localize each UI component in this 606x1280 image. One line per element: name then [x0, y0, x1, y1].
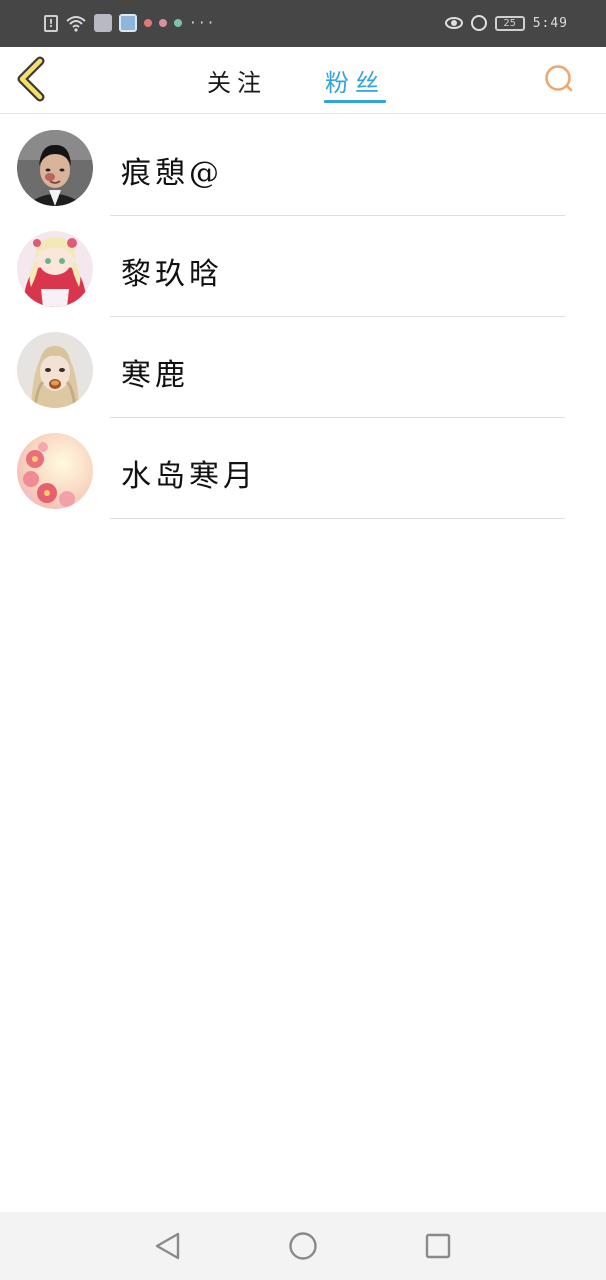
chevron-left-icon: [17, 56, 45, 102]
status-bar-right: 25 5:49: [444, 12, 568, 34]
divider: [110, 518, 565, 519]
avatar[interactable]: [17, 433, 93, 509]
tab-fans[interactable]: 粉丝: [325, 63, 385, 97]
avatar[interactable]: [17, 332, 93, 408]
fan-name: 寒鹿: [121, 358, 189, 393]
fan-list-item[interactable]: 黎玖晗: [0, 215, 606, 317]
nav-back-button[interactable]: [152, 1230, 184, 1262]
battery-level: 25: [503, 17, 517, 29]
header: 关注 粉丝: [0, 47, 606, 114]
notification-dot-icon: [174, 19, 182, 27]
app-notification-icon: [94, 14, 112, 32]
status-bar-left: ! ···: [44, 12, 215, 34]
active-tab-indicator: [324, 100, 386, 103]
avatar-image: [17, 130, 93, 206]
fan-name: 痕憩@: [121, 156, 223, 191]
status-time: 5:49: [532, 15, 568, 31]
fan-list-item[interactable]: 痕憩@: [0, 114, 606, 216]
eye-comfort-icon: [444, 17, 463, 29]
avatar[interactable]: [17, 231, 93, 307]
search-button[interactable]: [542, 63, 576, 95]
avatar-image: [17, 231, 93, 307]
avatar-image: [17, 433, 93, 509]
fan-name: 水岛寒月: [121, 459, 257, 494]
battery-icon: 25: [494, 15, 525, 31]
nav-recent-button[interactable]: [422, 1230, 454, 1262]
status-bar: ! ··· 25 5:49: [0, 0, 606, 47]
notification-dot-icon: [159, 19, 167, 27]
system-navigation-bar: [0, 1212, 606, 1280]
back-button[interactable]: [14, 56, 54, 102]
fan-list-item[interactable]: 寒鹿: [0, 316, 606, 418]
wifi-icon: [66, 16, 86, 32]
avatar[interactable]: [17, 130, 93, 206]
tab-follow[interactable]: 关注: [207, 63, 267, 97]
square-recent-icon: [425, 1233, 451, 1259]
triangle-back-icon: [155, 1232, 180, 1260]
alarm-icon: [470, 15, 487, 31]
fan-list-item[interactable]: 水岛寒月: [0, 417, 606, 519]
avatar-image: [17, 332, 93, 408]
alert-icon: !: [44, 14, 58, 32]
fans-list: 痕憩@ 黎玖晗 寒鹿 水岛寒月: [0, 114, 606, 519]
notification-dot-icon: [144, 19, 152, 27]
circle-home-icon: [289, 1232, 317, 1260]
app-notification-icon: [119, 14, 137, 32]
nav-home-button[interactable]: [287, 1230, 319, 1262]
more-notifications-indicator: ···: [189, 15, 216, 31]
search-icon: [545, 65, 573, 92]
fan-name: 黎玖晗: [121, 257, 223, 292]
